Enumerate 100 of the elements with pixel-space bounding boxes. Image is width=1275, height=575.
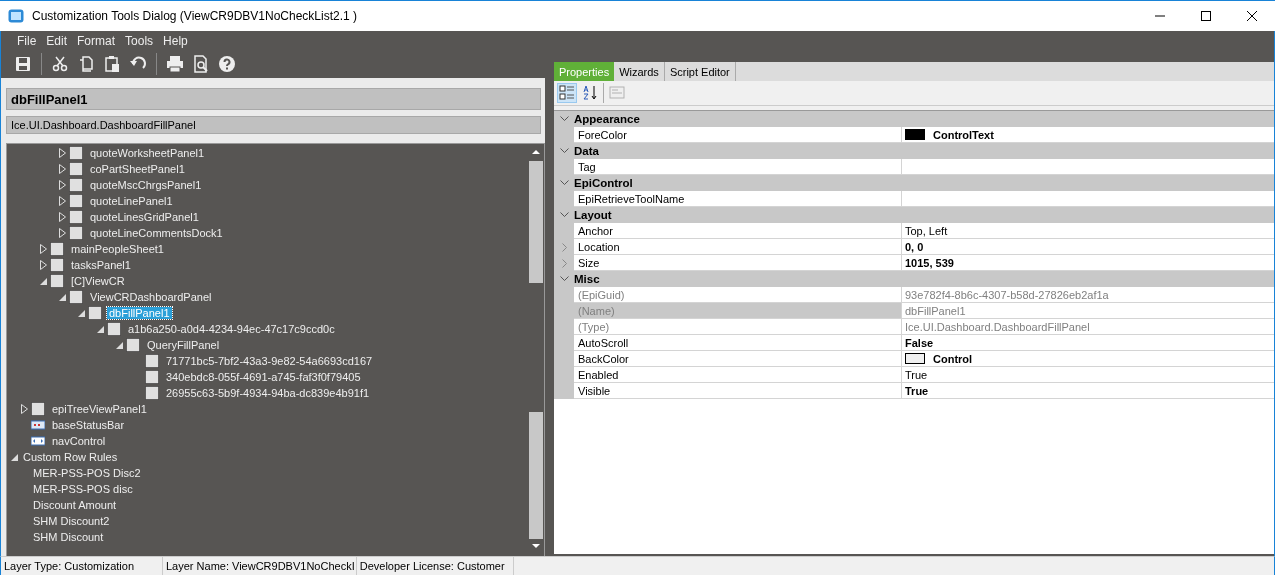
app-icon [8,9,24,23]
window-title: Customization Tools Dialog (ViewCR9DBV1NoCheckList2.1 ) [32,9,359,23]
tree-item[interactable]: Discount Amount [31,499,119,511]
expand-icon[interactable] [58,228,66,238]
tree-item[interactable]: [C]ViewCR [69,275,127,287]
expand-icon[interactable] [58,180,66,190]
paste-icon[interactable] [102,54,122,74]
value-cell[interactable]: Control [901,351,1274,367]
tree-item[interactable]: 71771bc5-7bf2-43a3-9e82-54a6693cd167 [164,355,375,367]
chevron-icon[interactable] [559,212,569,218]
collapse-icon[interactable] [10,453,18,461]
tree-item[interactable]: Custom Row Rules [21,451,120,463]
collapse-icon[interactable] [58,293,66,301]
tree-item[interactable]: mainPeopleSheet1 [69,243,166,255]
maximize-icon[interactable] [1201,11,1211,21]
tree-item[interactable]: SHM Discount [31,531,106,543]
control-name-field: dbFillPanel1 [6,88,541,110]
expand-icon[interactable] [20,404,28,414]
collapse-icon[interactable] [39,277,47,285]
tree-item[interactable]: coPartSheetPanel1 [88,163,187,175]
tree-item[interactable]: 340ebdc8-055f-4691-a745-faf3f0f79405 [164,371,363,383]
tree-item[interactable]: MER-PSS-POS disc [31,483,135,495]
tree-item[interactable]: quoteLinePanel1 [88,195,175,207]
value-cell[interactable]: Ice.UI.Dashboard.DashboardFillPanel [901,319,1274,335]
expand-icon[interactable] [58,148,66,158]
tree-item[interactable]: ViewCRDashboardPanel [88,291,214,303]
tree-item[interactable]: quoteLineCommentsDock1 [88,227,225,239]
value-cell[interactable]: False [901,335,1274,351]
tree-item[interactable]: navControl [50,435,108,447]
category-label: Appearance [574,113,640,125]
property-name[interactable]: (Type) [574,319,901,335]
property-value: 1015, 539 [905,256,954,269]
status-bar-icon [31,418,45,432]
menu-item[interactable]: File [13,32,41,50]
close-icon[interactable] [1247,11,1257,21]
panel-icon [31,402,45,416]
status-text: Layer Type: Customization [1,557,163,575]
property-name[interactable]: Location [574,239,901,255]
tree-item[interactable]: 26955c63-5b9f-4934-94ba-dc839e4b91f1 [164,387,372,399]
menu-item[interactable]: Help [159,32,192,50]
expand-icon[interactable] [58,164,66,174]
value-cell[interactable]: 0, 0 [901,239,1274,255]
tree-item[interactable]: quoteLinesGridPanel1 [88,211,201,223]
menu-item[interactable]: Format [73,32,120,50]
chevron-icon[interactable] [559,148,569,154]
save-icon[interactable] [13,54,33,74]
menu-item[interactable]: Edit [42,32,72,50]
expand-icon[interactable] [58,212,66,222]
categorized-button[interactable] [557,83,577,103]
tree-item[interactable]: quoteWorksheetPanel1 [88,147,207,159]
value-cell[interactable]: Top, Left [901,223,1274,239]
tree-item[interactable]: SHM Discount2 [31,515,112,527]
row-gutter [554,383,574,399]
expand-icon[interactable] [39,260,47,270]
panel-icon [69,146,83,160]
chevron-icon[interactable] [559,116,569,122]
chevron-icon[interactable] [559,180,569,186]
property-name[interactable]: Enabled [574,367,901,383]
property-name[interactable]: BackColor [574,351,901,367]
scissors-icon[interactable] [50,54,70,74]
menu-item[interactable]: Tools [121,32,158,50]
status-text: Developer License: Customer [356,557,514,575]
tree-item[interactable]: epiTreeViewPanel1 [50,403,149,415]
category-label: Layout [574,209,612,221]
collapse-icon[interactable] [115,341,123,349]
panel-icon [50,242,64,256]
value-cell[interactable]: 93e782f4-8b6c-4307-b58d-27826eb2af1a [901,287,1274,303]
tree-item[interactable]: MER-PSS-POS Disc2 [31,467,143,479]
tree-item[interactable]: baseStatusBar [50,419,127,431]
value-cell[interactable]: True [901,383,1274,399]
property-value: 93e782f4-8b6c-4307-b58d-27826eb2af1a [905,288,1109,301]
property-name[interactable]: Visible [574,383,901,399]
tree-item[interactable]: QueryFillPanel [145,339,222,351]
printer-icon[interactable] [165,54,185,74]
property-value: Ice.UI.Dashboard.DashboardFillPanel [905,320,1090,333]
help-icon[interactable] [217,54,237,74]
value-cell[interactable]: True [901,367,1274,383]
panel-icon [107,322,121,336]
property-value: 0, 0 [905,240,924,253]
value-cell[interactable]: dbFillPanel1 [901,303,1274,319]
collapse-icon[interactable] [96,325,104,333]
chevron-icon[interactable] [559,276,569,282]
property-value: ControlText [933,128,994,141]
category-label: EpiControl [574,177,633,189]
tree-item[interactable]: a1b6a250-a0d4-4234-94ec-47c17c9ccd0c [126,323,337,335]
property-value: Control [933,352,973,365]
expand-icon[interactable] [39,244,47,254]
property-value: False [905,336,934,349]
tree-item[interactable]: tasksPanel1 [69,259,133,271]
property-value: dbFillPanel1 [905,304,966,317]
collapse-icon[interactable] [77,309,85,317]
property-name[interactable]: Anchor [574,223,901,239]
panel-icon [88,306,102,320]
expand-icon[interactable] [58,196,66,206]
panel-icon [69,178,83,192]
property-name[interactable]: AutoScroll [574,335,901,351]
panel-icon [145,370,159,384]
property-value: True [905,368,928,381]
tree-item[interactable]: quoteMscChrgsPanel1 [88,179,204,191]
panel-icon [69,226,83,240]
